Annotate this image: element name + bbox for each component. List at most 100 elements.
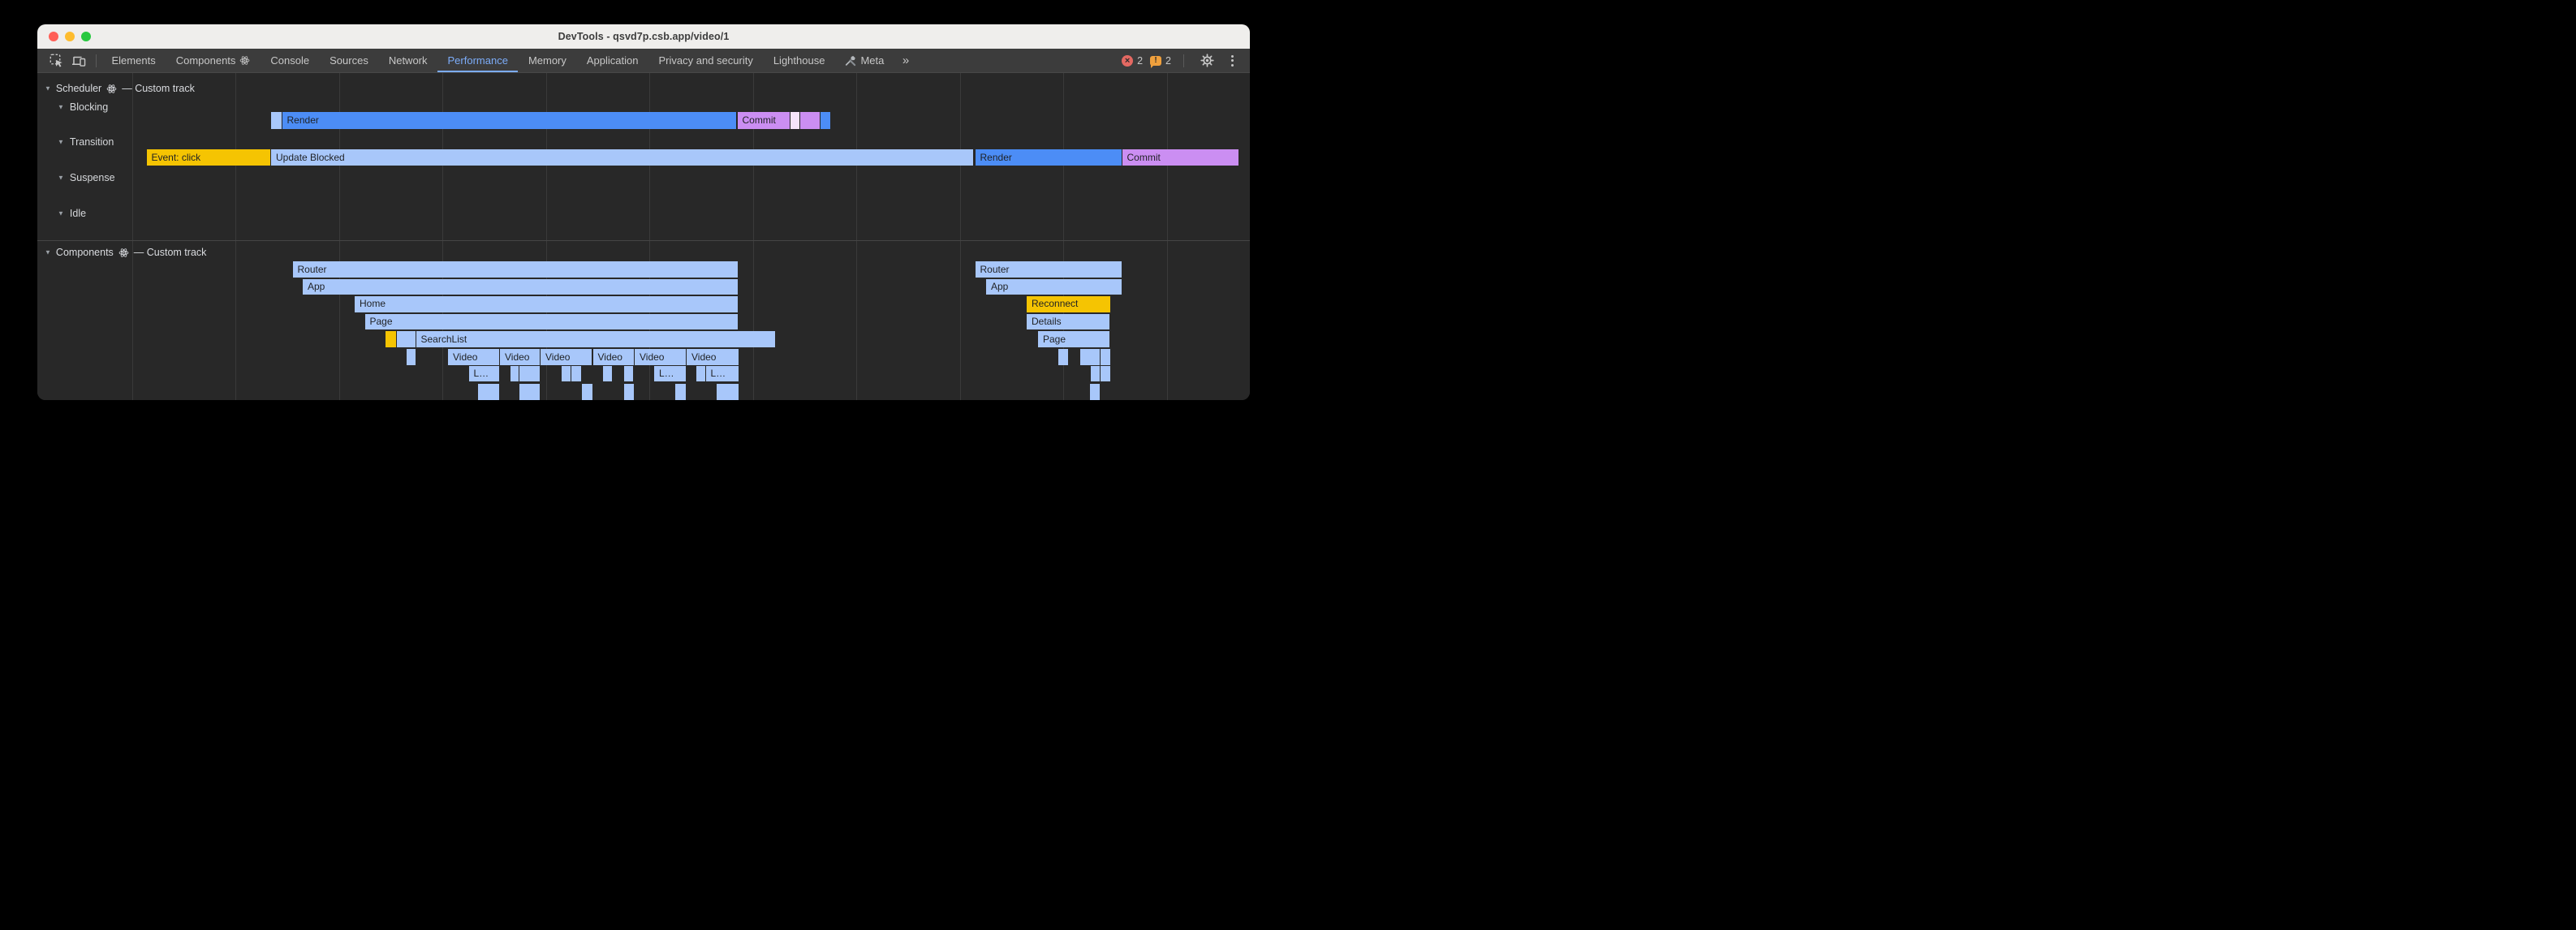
kebab-menu-icon[interactable] (1226, 55, 1238, 67)
flame-bar[interactable] (571, 366, 581, 381)
flame-bar[interactable] (1080, 349, 1101, 365)
flame-bar[interactable] (696, 366, 705, 381)
flame-bar[interactable] (1058, 349, 1068, 365)
tab-console[interactable]: Console (261, 49, 320, 72)
react-atom-icon (106, 84, 117, 94)
tab-network[interactable]: Network (378, 49, 437, 72)
flame-bar[interactable] (1091, 366, 1100, 381)
lane-idle[interactable]: ▼ Idle (58, 208, 86, 219)
tab-lighthouse[interactable]: Lighthouse (763, 49, 835, 72)
tab-performance[interactable]: Performance (437, 49, 518, 72)
device-toolbar-icon[interactable] (68, 50, 89, 71)
flame-bar[interactable] (624, 366, 634, 381)
lane-title: Suspense (70, 172, 115, 183)
flame-bar-home[interactable]: Home (355, 296, 738, 312)
toolbar-right: × 2 ! 2 (1122, 50, 1250, 71)
lane-suspense[interactable]: ▼ Suspense (58, 172, 115, 183)
flame-bar-router[interactable]: Router (976, 261, 1122, 278)
warning-icon: ! (1150, 56, 1161, 66)
flame-bar[interactable] (271, 112, 282, 129)
tab-components[interactable]: Components (166, 49, 261, 72)
flame-bar[interactable] (1101, 349, 1110, 365)
toolbar-divider (96, 54, 97, 67)
flame-bar-render[interactable]: Render (976, 149, 1122, 166)
flame-bar-router[interactable]: Router (293, 261, 739, 278)
flame-bar[interactable] (386, 331, 396, 347)
tab-label: Meta (860, 54, 884, 67)
track-separator (37, 240, 1250, 241)
lane-blocking[interactable]: ▼Blocking (58, 101, 108, 113)
lane-transition[interactable]: ▼Transition (58, 136, 114, 148)
settings-gear-icon[interactable] (1196, 50, 1217, 71)
flame-bar[interactable] (800, 112, 820, 129)
flame-bar[interactable] (407, 349, 416, 365)
flame-bar[interactable] (397, 331, 416, 347)
tab-meta[interactable]: Meta (835, 49, 894, 72)
collapse-triangle-icon: ▼ (58, 209, 64, 217)
flame-bar[interactable] (562, 366, 571, 381)
tab-application[interactable]: Application (576, 49, 648, 72)
flame-bar-video[interactable]: Video (448, 349, 499, 365)
track-suffix: — Custom track (122, 83, 195, 94)
traffic-light-close[interactable] (49, 32, 58, 41)
flame-bar-l[interactable]: L… (706, 366, 739, 381)
tab-memory[interactable]: Memory (518, 49, 576, 72)
flame-bar[interactable] (582, 384, 592, 400)
inspect-icon[interactable] (45, 50, 67, 71)
flame-bar-searchlist[interactable]: SearchList (416, 331, 776, 347)
flame-bar-video[interactable]: Video (593, 349, 634, 365)
toolbar-divider (1183, 54, 1184, 67)
flame-bar-details[interactable]: Details (1027, 314, 1109, 329)
tab-sources[interactable]: Sources (320, 49, 379, 72)
flame-bar[interactable] (675, 384, 686, 400)
flame-bar[interactable] (1101, 366, 1110, 381)
flame-bar-event-click[interactable]: Event: click (147, 149, 271, 166)
gridline (856, 73, 857, 400)
flame-chart: ▼Scheduler — Custom track ▼Blocking ▼Trans… (37, 73, 1250, 400)
collapse-triangle-icon: ▼ (45, 248, 51, 256)
traffic-light-zoom[interactable] (81, 32, 91, 41)
flame-bar[interactable] (821, 112, 830, 129)
flame-bar-video[interactable]: Video (635, 349, 686, 365)
tab-privacy-and-security[interactable]: Privacy and security (648, 49, 763, 72)
flame-bar-commit[interactable]: Commit (738, 112, 790, 129)
gridline (235, 73, 236, 400)
flame-bar-commit[interactable]: Commit (1122, 149, 1239, 166)
track-header-components[interactable]: ▼Components — Custom track (45, 247, 206, 258)
flame-bar-app[interactable]: App (303, 279, 738, 295)
collapse-triangle-icon: ▼ (58, 174, 64, 181)
track-suffix: — Custom track (134, 247, 207, 258)
flame-bar-render[interactable]: Render (282, 112, 737, 129)
flame-bar-reconnect[interactable]: Reconnect (1027, 296, 1110, 312)
flame-bar-l[interactable]: L… (469, 366, 500, 381)
flame-bar[interactable] (790, 112, 800, 129)
flame-bar-app[interactable]: App (986, 279, 1122, 295)
warnings-badge[interactable]: ! 2 (1150, 55, 1171, 67)
devtools-window: DevTools - qsvd7p.csb.app/video/1 Elemen… (37, 24, 1250, 400)
more-tabs-icon[interactable]: » (894, 54, 918, 67)
tab-elements[interactable]: Elements (101, 49, 166, 72)
flame-bar-video[interactable]: Video (500, 349, 540, 365)
flame-bar-l[interactable]: L… (654, 366, 686, 381)
flame-bar[interactable] (478, 384, 499, 400)
lane-title: Idle (70, 208, 86, 219)
errors-badge[interactable]: × 2 (1122, 55, 1143, 67)
flame-bar-video[interactable]: Video (687, 349, 739, 365)
flame-bar-page[interactable]: Page (365, 314, 739, 329)
flame-bar[interactable] (1090, 384, 1100, 400)
flame-bar[interactable] (510, 366, 519, 381)
tab-label: Application (587, 54, 639, 67)
flame-bar[interactable] (519, 384, 540, 400)
title-bar: DevTools - qsvd7p.csb.app/video/1 (37, 24, 1250, 49)
flame-bar[interactable] (624, 384, 634, 400)
flame-bar-page[interactable]: Page (1038, 331, 1109, 347)
flame-bar[interactable] (603, 366, 612, 381)
flame-bar-video[interactable]: Video (541, 349, 592, 365)
flame-bar[interactable] (717, 384, 739, 400)
track-header-scheduler[interactable]: ▼Scheduler — Custom track (45, 83, 195, 94)
tabbar-tabs: ElementsComponents ConsoleSourcesNetwork… (101, 49, 894, 72)
traffic-light-minimize[interactable] (65, 32, 75, 41)
flame-bar-update-blocked[interactable]: Update Blocked (271, 149, 973, 166)
tab-label: Memory (528, 54, 566, 67)
flame-bar[interactable] (519, 366, 540, 381)
